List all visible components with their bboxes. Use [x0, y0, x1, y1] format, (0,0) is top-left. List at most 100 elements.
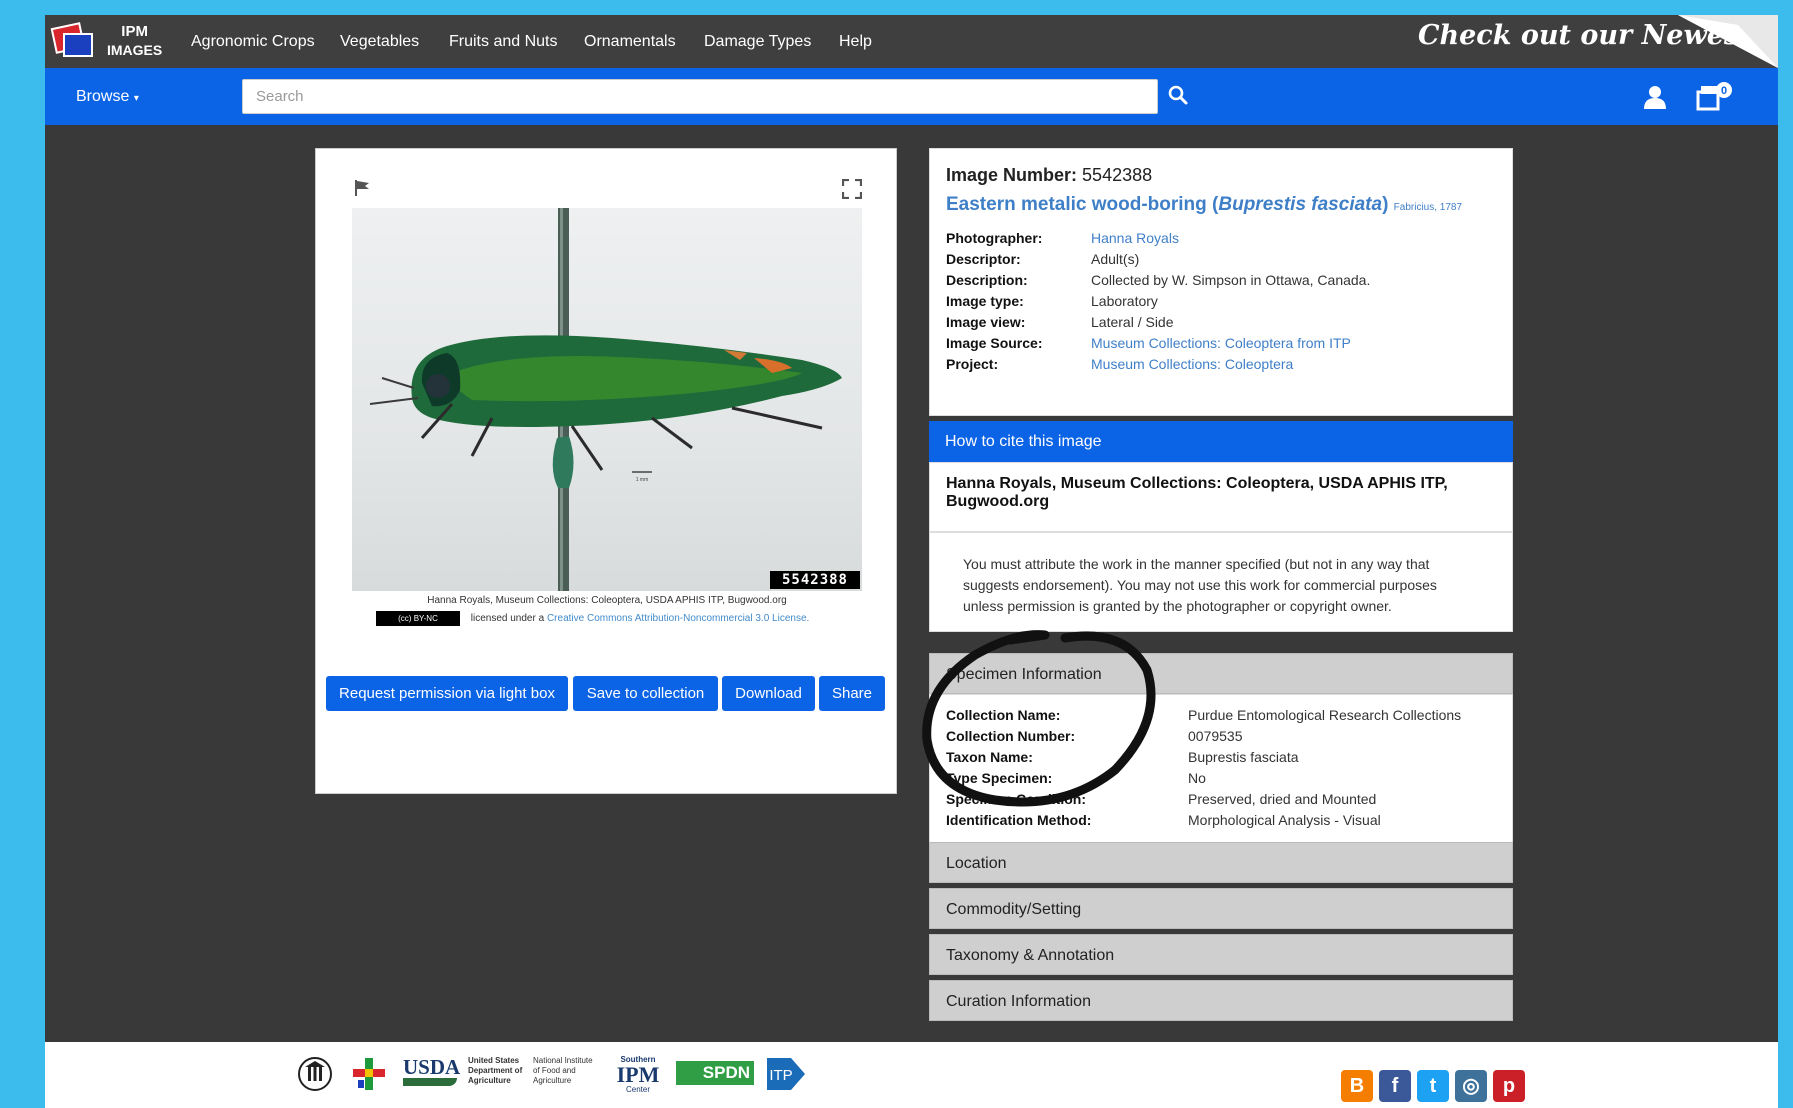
browse-label: Browse — [76, 88, 130, 105]
row-value: Adult(s) — [1091, 251, 1140, 267]
row-key: Type Specimen: — [946, 770, 1053, 786]
commodity-setting-accordion[interactable]: Commodity/Setting — [929, 888, 1513, 929]
nifa-text[interactable]: National Institute of Food and Agricultu… — [533, 1056, 595, 1092]
logo-line1: IPM — [121, 23, 148, 40]
ipm-text: IPM — [616, 1062, 660, 1087]
blogger-icon[interactable]: B — [1341, 1070, 1373, 1102]
image-caption: Hanna Royals, Museum Collections: Coleop… — [427, 595, 787, 606]
info-row-photographer: Photographer: Hanna Royals — [946, 230, 1496, 251]
info-row-image-source: Image Source: Museum Collections: Coleopt… — [946, 335, 1496, 356]
info-row-image-type: Image type: Laboratory — [946, 293, 1496, 314]
citation-text: Hanna Royals, Museum Collections: Coleop… — [929, 462, 1513, 532]
specimen-row: Type Specimen: No — [946, 770, 1496, 791]
specimen-row: Specimen Condition: Preserved, dried and … — [946, 791, 1496, 812]
caret-down-icon: ▾ — [133, 93, 139, 104]
row-key: Image type: — [946, 293, 1024, 309]
usda-logo[interactable]: USDA — [403, 1055, 461, 1092]
spdn-logo[interactable]: SPDN — [676, 1061, 754, 1085]
row-key: Collection Name: — [946, 707, 1061, 723]
row-value: Morphological Analysis - Visual — [1188, 812, 1381, 828]
page-curl-icon — [1678, 15, 1778, 68]
specimen-row: Collection Name: Purdue Entomological Res… — [946, 707, 1496, 728]
pinterest-icon[interactable]: p — [1493, 1070, 1525, 1102]
newest-features-banner[interactable]: Check out our Newest Features — [1370, 15, 1778, 68]
share-button[interactable]: Share — [819, 676, 885, 711]
license-line: (cc) BY-NC licensed under a Creative Com… — [376, 611, 876, 626]
image-number-value: 5542388 — [1082, 165, 1153, 185]
row-value: Buprestis fasciata — [1188, 749, 1299, 765]
scale-bar-label: 1 mm — [636, 477, 649, 483]
cart-button[interactable]: 0 — [1695, 82, 1735, 112]
title-scientific-name: Buprestis fasciata — [1218, 194, 1383, 215]
instagram-icon[interactable]: ◎ — [1455, 1070, 1487, 1102]
row-key: Description: — [946, 272, 1028, 288]
location-accordion[interactable]: Location — [929, 842, 1513, 883]
nav-vegetables[interactable]: Vegetables — [340, 15, 419, 68]
user-icon[interactable] — [1641, 84, 1669, 110]
row-value: Lateral / Side — [1091, 314, 1174, 330]
citation-note: You must attribute the work in the manne… — [929, 532, 1513, 632]
row-value: Collected by W. Simpson in Ottawa, Canad… — [1091, 272, 1371, 288]
cc-license-badge[interactable]: (cc) BY-NC — [376, 611, 460, 626]
nav-damage-types[interactable]: Damage Types — [704, 15, 811, 68]
image-info-card: Image Number: 5542388 Eastern metalic wo… — [929, 148, 1513, 416]
flag-icon[interactable] — [353, 179, 371, 197]
image-number: Image Number: 5542388 — [946, 165, 1496, 186]
search-bar: Browse ▾ 0 — [45, 68, 1778, 125]
page-frame: IPM IMAGES Agronomic Crops Vegetables Fr… — [45, 15, 1778, 1108]
download-button[interactable]: Download — [722, 676, 815, 711]
row-value: 0079535 — [1188, 728, 1243, 744]
row-value: Laboratory — [1091, 293, 1158, 309]
curation-information-accordion[interactable]: Curation Information — [929, 980, 1513, 1021]
image-number-label: Image Number: — [946, 165, 1078, 185]
license-prefix: licensed under a — [470, 613, 545, 625]
search-icon[interactable] — [1165, 82, 1191, 110]
specimen-photo[interactable]: 1 mm 5542388 — [352, 208, 862, 591]
title-close: ) — [1382, 194, 1389, 215]
row-key: Photographer: — [946, 230, 1043, 246]
row-key: Identification Method: — [946, 812, 1092, 828]
nav-agronomic-crops[interactable]: Agronomic Crops — [191, 15, 315, 68]
search-input[interactable] — [242, 79, 1158, 114]
taxonomy-annotation-accordion[interactable]: Taxonomy & Annotation — [929, 934, 1513, 975]
fullscreen-icon[interactable] — [842, 179, 862, 199]
save-to-collection-button[interactable]: Save to collection — [573, 676, 718, 711]
cite-heading[interactable]: How to cite this image — [929, 421, 1513, 462]
extension-logo-icon[interactable] — [350, 1056, 388, 1092]
usda-text: USDA — [403, 1055, 461, 1079]
southern-ipm-logo[interactable]: Southern IPM Center — [609, 1056, 667, 1094]
image-number-overlay: 5542388 — [769, 571, 860, 589]
facebook-icon[interactable]: f — [1379, 1070, 1411, 1102]
itp-logo-icon[interactable]: ITP — [765, 1056, 807, 1092]
specimen-row: Identification Method: Morphological Anal… — [946, 812, 1496, 833]
image-source-link[interactable]: Museum Collections: Coleoptera from ITP — [1091, 335, 1351, 351]
row-key: Image Source: — [946, 335, 1043, 351]
twitter-icon[interactable]: t — [1417, 1070, 1449, 1102]
project-link[interactable]: Museum Collections: Coleoptera — [1091, 356, 1293, 372]
image-title[interactable]: Eastern metalic wood-boring (Buprestis f… — [946, 194, 1496, 216]
cart-icon: 0 — [1696, 82, 1732, 111]
site-logo-text[interactable]: IPM IMAGES — [107, 23, 162, 59]
itp-text: ITP — [769, 1067, 792, 1084]
logo-line2: IMAGES — [107, 42, 163, 58]
title-author: Fabricius, 1787 — [1393, 202, 1463, 213]
photographer-link[interactable]: Hanna Royals — [1091, 230, 1179, 246]
nav-ornamentals[interactable]: Ornamentals — [584, 15, 676, 68]
row-value: No — [1188, 770, 1206, 786]
image-panel: 1 mm 5542388 Hanna Royals, Museum Collec… — [315, 148, 897, 794]
row-key: Specimen Condition: — [946, 791, 1086, 807]
specimen-row: Taxon Name: Buprestis fasciata — [946, 749, 1496, 770]
row-key: Project: — [946, 356, 999, 372]
nav-help[interactable]: Help — [839, 15, 872, 68]
license-link[interactable]: Creative Commons Attribution-Noncommerci… — [547, 613, 809, 624]
request-permission-button[interactable]: Request permission via light box — [326, 676, 568, 711]
nav-fruits-and-nuts[interactable]: Fruits and Nuts — [449, 15, 557, 68]
row-key: Descriptor: — [946, 251, 1021, 267]
info-row-image-view: Image view: Lateral / Side — [946, 314, 1496, 335]
specimen-info-heading[interactable]: Specimen Information — [929, 653, 1513, 694]
site-logo-icon[interactable] — [50, 21, 95, 61]
browse-dropdown[interactable]: Browse ▾ — [76, 68, 139, 125]
university-seal-icon[interactable] — [297, 1056, 333, 1092]
cart-count-badge: 0 — [1721, 85, 1727, 97]
row-key: Image view: — [946, 314, 1026, 330]
